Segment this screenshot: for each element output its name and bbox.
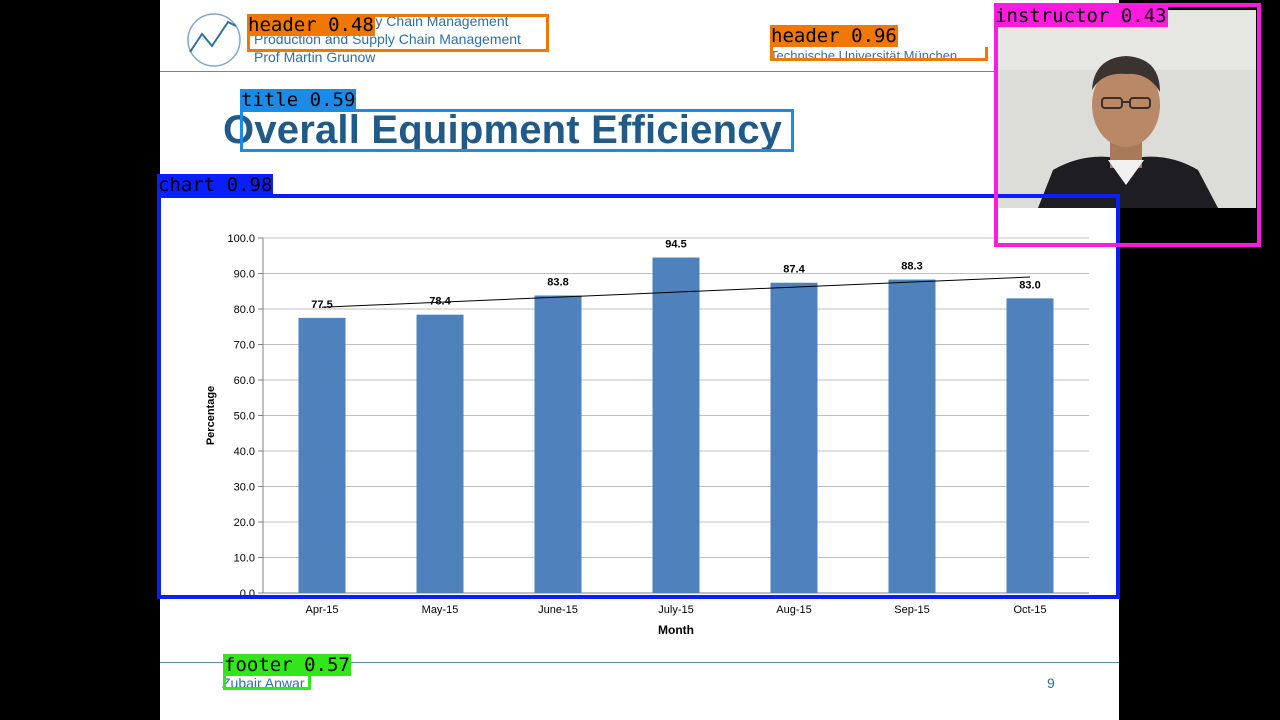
slide: Logistics and Supply Chain Management Pr…: [160, 0, 1119, 720]
chart-svg: 0.0 10.0 20.0 30.0 40.0 50.0 60.0 70.0 80.0 90.0 1…: [205, 233, 1089, 637]
header-line-3: Prof Martin Grunow: [254, 49, 376, 65]
header-divider: [160, 71, 1119, 72]
y-tick-label: 50.0: [234, 411, 255, 423]
header-line-1: Logistics and Supply Chain Management: [254, 13, 509, 29]
data-label: 83.0: [1019, 279, 1040, 291]
footer-presenter: Zubair Anwar: [222, 675, 305, 691]
bar: [534, 295, 582, 593]
data-label: 94.5: [665, 239, 686, 251]
slide-title: Overall Equipment Efficiency: [223, 108, 783, 152]
bar: [1006, 298, 1054, 593]
y-tick-label: 90.0: [234, 269, 255, 281]
y-tick-label: 60.0: [234, 375, 255, 387]
data-label: 83.8: [547, 277, 568, 289]
y-axis-title: Percentage: [205, 386, 217, 445]
data-label: 87.4: [783, 264, 805, 276]
bar: [770, 282, 818, 593]
y-tick-label: 10.0: [234, 553, 255, 565]
y-tick-label: 40.0: [234, 446, 255, 458]
x-tick-label: July-15: [658, 604, 693, 616]
logo-icon: [187, 13, 241, 67]
y-tick-label: 20.0: [234, 517, 255, 529]
x-tick-label: May-15: [422, 604, 459, 616]
header-line-2: Production and Supply Chain Management: [254, 31, 521, 47]
y-tick-label: 80.0: [234, 304, 255, 316]
bar: [298, 317, 346, 593]
y-tick-label: 100.0: [227, 233, 255, 245]
y-tick-label: 0.0: [240, 588, 255, 600]
bar: [888, 279, 936, 593]
y-tick-label: 70.0: [234, 340, 255, 352]
x-tick-label: Aug-15: [776, 604, 811, 616]
data-label: 77.5: [311, 299, 332, 311]
x-tick-label: Sep-15: [894, 604, 929, 616]
instructor-figure: [998, 10, 1256, 208]
footer-divider: [160, 662, 1119, 663]
page-number: 9: [1047, 675, 1055, 691]
bar: [416, 314, 464, 593]
x-tick-label: Oct-15: [1013, 604, 1046, 616]
data-label: 88.3: [901, 261, 922, 273]
x-tick-label: June-15: [538, 604, 578, 616]
x-tick-label: Apr-15: [305, 604, 338, 616]
oee-bar-chart: 0.0 10.0 20.0 30.0 40.0 50.0 60.0 70.0 80.0 90.0 1…: [160, 195, 1119, 650]
bar: [652, 257, 700, 593]
header-course-info: Logistics and Supply Chain Management Pr…: [254, 12, 521, 66]
y-tick-label: 30.0: [234, 482, 255, 494]
instructor-video: [998, 10, 1256, 208]
x-axis-title: Month: [658, 623, 694, 637]
header-university: Technische Universität München: [770, 48, 958, 63]
